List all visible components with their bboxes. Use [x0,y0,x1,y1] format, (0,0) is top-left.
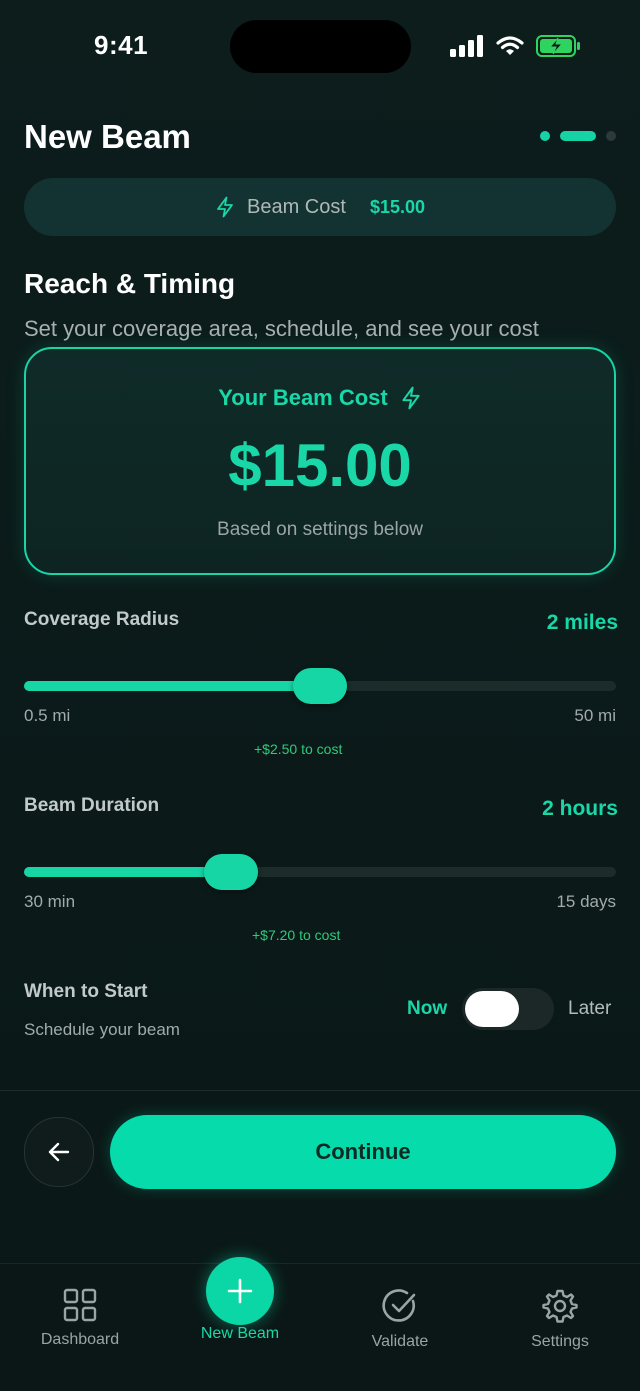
step-dot-3 [606,131,616,141]
lightning-icon [402,386,420,410]
beam-cost-card: Your Beam Cost $15.00 Based on settings … [24,347,616,575]
slider-fill [24,867,232,877]
start-now-option[interactable]: Now [407,998,447,1020]
beam-cost-amount: $15.00 [228,432,412,499]
tab-label: Validate [371,1333,429,1350]
continue-button[interactable]: Continue [110,1115,616,1189]
beam-cost-label: Beam Cost [247,195,346,218]
toggle-knob [465,991,519,1027]
duration-max-label: 15 days [556,892,616,911]
step-dot-1 [540,131,550,141]
slider-thumb[interactable] [204,854,259,890]
section-title: Reach & Timing [24,268,236,299]
radius-cost-delta: +$2.50 to cost [254,741,343,757]
battery-charging-icon [536,35,580,57]
tab-settings[interactable]: Settings [500,1288,620,1351]
status-bar: 9:41 [0,0,640,96]
beam-duration-slider[interactable] [24,854,616,890]
card-heading-label: Your Beam Cost [218,385,388,410]
duration-min-label: 30 min [24,892,76,911]
new-beam-fab[interactable] [206,1257,274,1325]
beam-cost-value: $15.00 [369,196,425,217]
duration-cost-delta: +$7.20 to cost [252,927,341,943]
plus-icon [227,1278,253,1304]
tab-new-beam-label[interactable]: New Beam [180,1325,300,1343]
wifi-icon [496,36,524,55]
tab-label: Settings [531,1333,589,1350]
coverage-radius-label: Coverage Radius [24,609,180,630]
grid-icon [63,1288,97,1322]
start-time-label: When to Start [24,981,148,1002]
arrow-left-icon [48,1142,70,1162]
status-icons [450,34,582,58]
step-indicator [540,131,616,141]
tab-dashboard[interactable]: Dashboard [20,1288,140,1349]
start-time-toggle[interactable] [462,988,554,1030]
slider-thumb[interactable] [293,668,347,704]
beam-duration-label: Beam Duration [24,795,160,816]
dynamic-island [230,20,411,73]
start-later-option[interactable]: Later [568,998,611,1020]
radius-max-label: 50 mi [574,706,616,725]
radius-min-label: 0.5 mi [24,706,71,725]
step-dot-2-current [560,131,596,141]
tab-validate[interactable]: Validate [340,1288,460,1351]
divider [0,1090,640,1091]
cost-card-note: Based on settings below [217,519,423,540]
slider-fill [24,681,320,691]
coverage-radius-slider[interactable] [24,668,616,704]
cellular-signal-icon [450,35,483,57]
lightning-icon [217,196,233,218]
check-circle-icon [382,1289,416,1322]
section-subtitle: Set your coverage area, schedule, and se… [24,316,539,341]
card-heading: Your Beam Cost [26,385,614,411]
back-button[interactable] [24,1117,94,1187]
new-beam-screen: 9:41 New Beam Beam Cost $15.00 Reach & T… [0,0,640,1391]
status-time: 9:41 [94,30,149,60]
beam-duration-value: 2 hours [542,797,618,820]
beam-cost-banner: Beam Cost $15.00 [24,178,616,236]
start-time-sublabel: Schedule your beam [24,1020,180,1039]
gear-icon [542,1289,578,1323]
coverage-radius-value: 2 miles [546,611,618,634]
bottom-tab-bar: Dashboard Validate Settings [0,1263,640,1391]
page-title: New Beam [24,118,191,155]
tab-label: Dashboard [40,1331,120,1348]
